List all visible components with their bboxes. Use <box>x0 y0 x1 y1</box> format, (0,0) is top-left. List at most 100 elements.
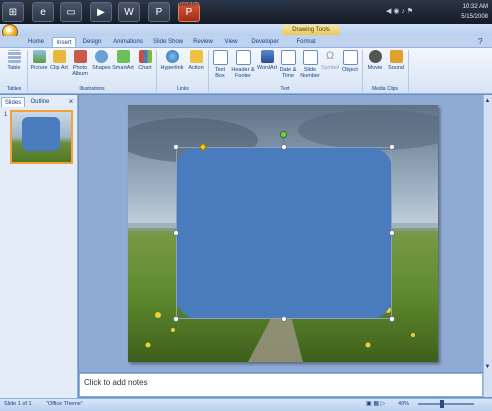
resize-handle-nw[interactable] <box>173 144 179 150</box>
outline-tab[interactable]: Outline <box>27 97 53 107</box>
calendar-icon <box>280 50 296 65</box>
ie-taskbar-button[interactable]: e <box>32 2 54 22</box>
slide-number-label: Slide Number <box>300 67 320 79</box>
resize-handle-sw[interactable] <box>173 316 179 322</box>
scroll-down-icon[interactable]: ▼ <box>484 364 491 372</box>
tab-design[interactable]: Design <box>80 37 104 47</box>
taskbar-clock[interactable]: 10:32 AM 5/15/2008 <box>432 2 488 22</box>
media-player-taskbar-button[interactable]: ▶ <box>90 2 112 22</box>
header-footer-button[interactable]: Header & Footer <box>231 50 255 86</box>
slide-number-button[interactable]: Slide Number <box>299 50 321 86</box>
resize-handle-ne[interactable] <box>389 144 395 150</box>
thumbnail-shape <box>22 117 60 151</box>
resize-handle-s[interactable] <box>281 316 287 322</box>
tab-animations[interactable]: Animations <box>110 37 146 47</box>
resize-handle-se[interactable] <box>389 316 395 322</box>
sound-button[interactable]: Sound <box>387 50 405 86</box>
view-buttons[interactable]: ▣ ▦ ▷ <box>366 400 396 409</box>
chart-button[interactable]: Chart <box>136 50 154 86</box>
start-button[interactable]: ⊞ <box>2 2 24 22</box>
resize-handle-n[interactable] <box>281 144 287 150</box>
tab-developer[interactable]: Developer <box>246 37 284 47</box>
close-pane-icon[interactable]: × <box>66 97 76 107</box>
shapes-button[interactable]: Shapes <box>92 50 111 86</box>
notes-pane[interactable]: Click to add notes <box>79 373 483 397</box>
action-label: Action <box>188 65 204 71</box>
window-title: PowerPoint5 - Microsoft PowerPoint <box>173 1 287 8</box>
action-button[interactable]: Action <box>186 50 206 86</box>
scroll-up-icon[interactable]: ▲ <box>484 98 491 106</box>
speaker-icon <box>389 50 403 63</box>
group-label-illustrations: Illustrations <box>79 86 105 92</box>
word-taskbar-button[interactable]: W <box>118 2 140 22</box>
photo-album-icon <box>73 50 87 63</box>
picture-icon <box>32 50 46 63</box>
object-icon <box>342 50 358 65</box>
status-slide-count: Slide 1 of 1 <box>4 401 32 407</box>
tab-format[interactable]: Format <box>292 37 320 47</box>
table-button[interactable]: Table <box>4 50 24 86</box>
text-box-label: Text Box <box>214 67 226 79</box>
omega-icon: Ω <box>325 50 335 62</box>
vertical-scrollbar[interactable] <box>483 95 492 397</box>
notes-placeholder: Click to add notes <box>84 378 148 387</box>
tab-review[interactable]: Review <box>190 37 216 47</box>
clip-art-icon <box>52 50 66 63</box>
star-icon <box>189 50 203 63</box>
zoom-slider-thumb[interactable] <box>440 400 444 408</box>
hyperlink-button[interactable]: Hyperlink <box>160 50 184 86</box>
film-icon <box>368 50 382 63</box>
zoom-slider[interactable] <box>418 403 474 405</box>
object-label: Object <box>342 67 358 73</box>
picture-button[interactable]: Picture <box>30 50 48 86</box>
chart-icon <box>138 50 152 63</box>
group-separator <box>362 50 363 92</box>
resize-handle-e[interactable] <box>389 230 395 236</box>
zoom-level[interactable]: 49% <box>398 400 414 409</box>
slide-number-icon <box>302 50 318 65</box>
group-label-tables: Tables <box>6 86 22 92</box>
folder-icon: ▭ <box>66 6 76 18</box>
text-box-button[interactable]: Text Box <box>211 50 229 86</box>
group-label-links: Links <box>177 86 189 92</box>
globe-icon <box>165 50 179 63</box>
help-icon[interactable]: ? <box>478 37 488 47</box>
rotation-handle[interactable] <box>280 131 287 138</box>
photo-album-label: Photo Album <box>72 65 88 77</box>
slides-tab[interactable]: Slides <box>1 97 25 107</box>
table-label: Table <box>7 65 21 71</box>
symbol-button[interactable]: Ω Symbol <box>321 50 339 86</box>
wordart-label: WordArt <box>257 65 278 71</box>
group-label-text: Text <box>280 86 290 92</box>
object-button[interactable]: Object <box>341 50 359 86</box>
folder-taskbar-button[interactable]: ▭ <box>60 2 82 22</box>
shapes-icon <box>94 50 108 63</box>
group-separator <box>208 50 209 92</box>
picture-label: Picture <box>30 65 48 71</box>
clip-art-label: Clip Art <box>50 65 68 71</box>
tab-home[interactable]: Home <box>24 37 48 47</box>
smartart-label: SmartArt <box>112 65 134 71</box>
shape-selection-frame <box>176 147 392 319</box>
resize-handle-w[interactable] <box>173 230 179 236</box>
photo-album-button[interactable]: Photo Album <box>70 50 90 86</box>
clip-art-button[interactable]: Clip Art <box>50 50 68 86</box>
play-icon: ▶ <box>97 6 105 18</box>
internet-explorer-icon: e <box>40 6 46 18</box>
hyperlink-label: Hyperlink <box>160 65 184 71</box>
movie-label: Movie <box>367 65 383 71</box>
tab-view[interactable]: View <box>220 37 242 47</box>
wordart-button[interactable]: WordArt <box>257 50 277 86</box>
tab-slide-show[interactable]: Slide Show <box>150 37 186 47</box>
movie-button[interactable]: Movie <box>365 50 385 86</box>
chart-label: Chart <box>138 65 152 71</box>
tab-insert[interactable]: Insert <box>52 37 76 47</box>
shapes-label: Shapes <box>92 65 111 71</box>
date-time-label: Date & Time <box>279 67 297 79</box>
symbol-label: Symbol <box>321 65 340 71</box>
group-separator <box>408 50 409 92</box>
header-footer-label: Header & Footer <box>231 67 255 79</box>
group-label-media-clips: Media Clips <box>371 86 399 92</box>
smartart-button[interactable]: SmartArt <box>112 50 134 86</box>
date-time-button[interactable]: Date & Time <box>279 50 297 86</box>
